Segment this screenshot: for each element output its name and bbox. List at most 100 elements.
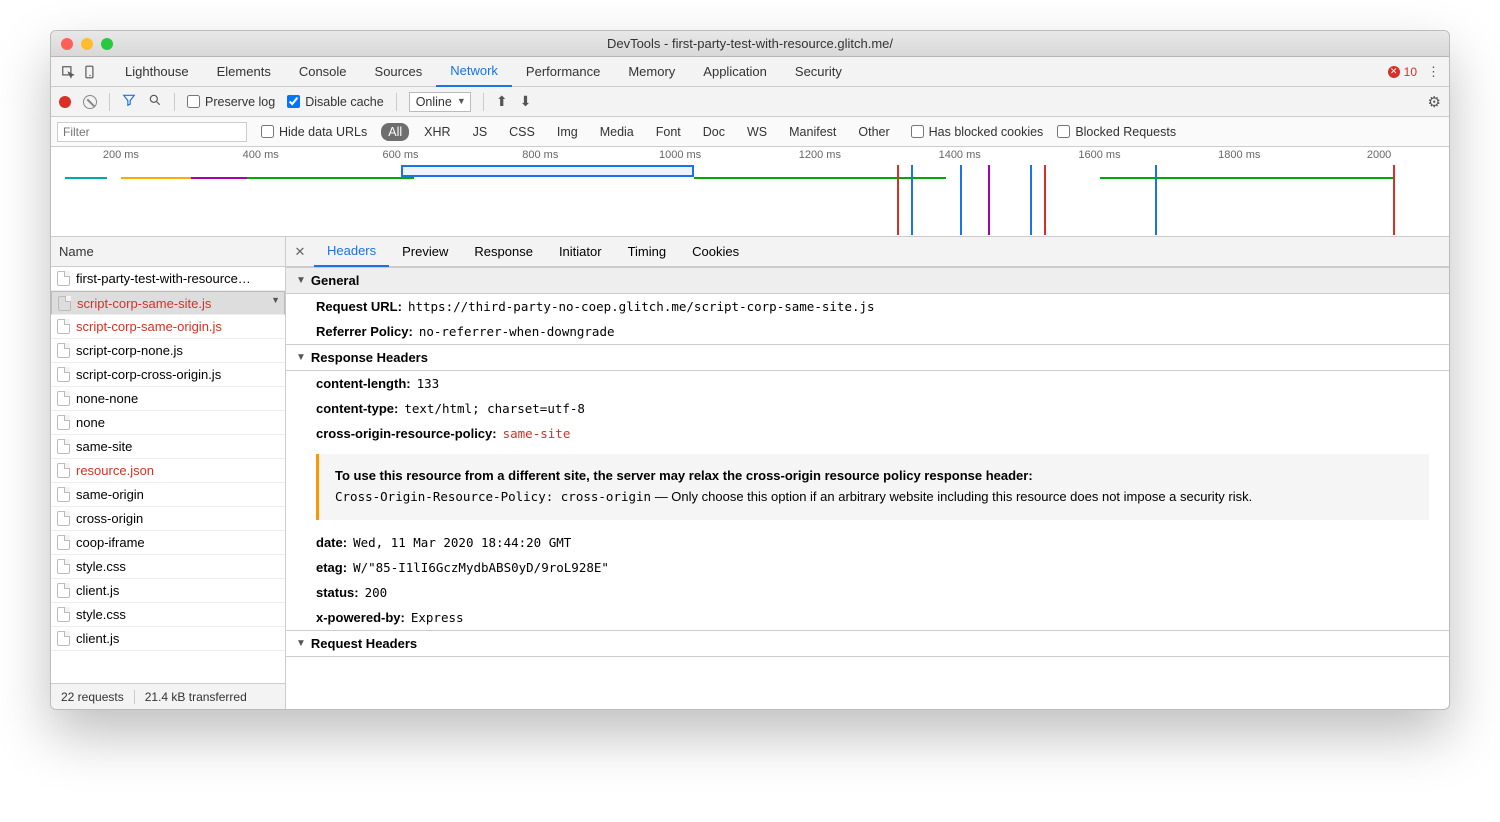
request-row[interactable]: resource.json [51, 459, 285, 483]
section-response-headers[interactable]: ▼Response Headers [286, 344, 1449, 371]
disclosure-triangle-icon: ▼ [296, 275, 306, 286]
throttling-select[interactable]: Online [409, 92, 471, 112]
inspect-icon[interactable] [57, 65, 79, 79]
titlebar: DevTools - first-party-test-with-resourc… [51, 31, 1449, 57]
tab-sources[interactable]: Sources [361, 57, 437, 87]
corp-callout: To use this resource from a different si… [316, 454, 1429, 520]
waterfall-timeline[interactable]: 200 ms400 ms600 ms800 ms1000 ms1200 ms14… [51, 147, 1449, 237]
request-row[interactable]: style.css [51, 603, 285, 627]
tab-elements[interactable]: Elements [203, 57, 285, 87]
detail-tabs: ✕ HeadersPreviewResponseInitiatorTimingC… [286, 237, 1449, 267]
file-icon [57, 463, 70, 478]
status-requests: 22 requests [51, 690, 134, 704]
request-url-value: https://third-party-no-coep.glitch.me/sc… [408, 299, 875, 314]
disable-cache-checkbox[interactable]: Disable cache [287, 95, 384, 109]
detail-tab-response[interactable]: Response [461, 237, 546, 267]
type-filter-media[interactable]: Media [593, 123, 641, 141]
type-filter-ws[interactable]: WS [740, 123, 774, 141]
filter-input[interactable] [57, 122, 247, 142]
detail-tab-cookies[interactable]: Cookies [679, 237, 752, 267]
settings-gear-icon[interactable]: ⚙ [1428, 93, 1441, 111]
file-icon [57, 487, 70, 502]
has-blocked-cookies-checkbox[interactable]: Has blocked cookies [911, 125, 1044, 139]
detail-pane: ✕ HeadersPreviewResponseInitiatorTimingC… [286, 237, 1449, 709]
hide-data-urls-checkbox[interactable]: Hide data URLs [261, 125, 367, 139]
file-icon [58, 296, 71, 311]
preserve-log-checkbox[interactable]: Preserve log [187, 95, 275, 109]
file-icon [57, 583, 70, 598]
request-row[interactable]: script-corp-same-origin.js [51, 315, 285, 339]
request-row[interactable]: first-party-test-with-resource… [51, 267, 285, 291]
type-filter-font[interactable]: Font [649, 123, 688, 141]
type-filter-xhr[interactable]: XHR [417, 123, 457, 141]
device-toggle-icon[interactable] [79, 65, 101, 79]
download-har-icon[interactable]: ⬇ [520, 93, 532, 110]
request-row[interactable]: cross-origin [51, 507, 285, 531]
file-icon [57, 535, 70, 550]
request-row[interactable]: client.js [51, 627, 285, 651]
status-bar: 22 requests 21.4 kB transferred [51, 683, 285, 709]
file-icon [57, 607, 70, 622]
network-toolbar: Preserve log Disable cache Online ⬆ ⬇ ⚙ [51, 87, 1449, 117]
main-tabs: LighthouseElementsConsoleSourcesNetworkP… [111, 57, 856, 87]
request-row[interactable]: style.css [51, 555, 285, 579]
detail-tab-headers[interactable]: Headers [314, 237, 389, 267]
file-icon [57, 439, 70, 454]
type-filter-all[interactable]: All [381, 123, 409, 141]
window-title: DevTools - first-party-test-with-resourc… [51, 36, 1449, 51]
request-row[interactable]: script-corp-cross-origin.js [51, 363, 285, 387]
request-row[interactable]: coop-iframe [51, 531, 285, 555]
detail-tab-timing[interactable]: Timing [615, 237, 680, 267]
section-general[interactable]: ▼General [286, 267, 1449, 294]
clear-button[interactable] [83, 95, 97, 109]
file-icon [57, 319, 70, 334]
file-icon [57, 631, 70, 646]
close-detail-icon[interactable]: ✕ [286, 244, 314, 260]
tab-lighthouse[interactable]: Lighthouse [111, 57, 203, 87]
type-filter-js[interactable]: JS [466, 123, 495, 141]
file-icon [57, 343, 70, 358]
request-row[interactable]: script-corp-none.js [51, 339, 285, 363]
request-row[interactable]: none-none [51, 387, 285, 411]
detail-tab-preview[interactable]: Preview [389, 237, 461, 267]
filter-icon[interactable] [122, 93, 136, 110]
type-filter-css[interactable]: CSS [502, 123, 542, 141]
search-icon[interactable] [148, 93, 162, 110]
request-row[interactable]: same-origin [51, 483, 285, 507]
error-badge[interactable]: ✕ 10 [1388, 65, 1417, 79]
tab-console[interactable]: Console [285, 57, 361, 87]
tab-memory[interactable]: Memory [614, 57, 689, 87]
filter-bar: Hide data URLs All XHR JS CSS Img Media Font Do… [51, 117, 1449, 147]
tab-performance[interactable]: Performance [512, 57, 614, 87]
tab-security[interactable]: Security [781, 57, 856, 87]
error-count: 10 [1404, 65, 1417, 79]
request-list: Name first-party-test-with-resource…scri… [51, 237, 286, 709]
request-row[interactable]: client.js [51, 579, 285, 603]
type-filter-other[interactable]: Other [851, 123, 896, 141]
request-url-key: Request URL: [316, 299, 402, 314]
request-row[interactable]: none [51, 411, 285, 435]
record-button[interactable] [59, 96, 71, 108]
file-icon [57, 271, 70, 286]
file-icon [57, 367, 70, 382]
referrer-policy-key: Referrer Policy: [316, 324, 413, 339]
type-filter-manifest[interactable]: Manifest [782, 123, 843, 141]
request-list-items: first-party-test-with-resource…script-co… [51, 267, 285, 683]
detail-body: ▼General Request URL: https://third-party… [286, 267, 1449, 709]
tab-application[interactable]: Application [689, 57, 781, 87]
detail-tab-initiator[interactable]: Initiator [546, 237, 615, 267]
status-transferred: 21.4 kB transferred [134, 690, 257, 704]
request-row[interactable]: script-corp-same-site.js [51, 291, 285, 315]
tab-network[interactable]: Network [436, 57, 512, 87]
type-filters: All XHR JS CSS Img Media Font Doc WS Manifest Othe… [381, 123, 896, 141]
more-menu-icon[interactable]: ⋮ [1425, 64, 1443, 80]
file-icon [57, 391, 70, 406]
request-row[interactable]: same-site [51, 435, 285, 459]
section-request-headers[interactable]: ▼Request Headers [286, 630, 1449, 657]
type-filter-doc[interactable]: Doc [696, 123, 732, 141]
upload-har-icon[interactable]: ⬆ [496, 93, 508, 110]
blocked-requests-checkbox[interactable]: Blocked Requests [1057, 125, 1176, 139]
request-list-header[interactable]: Name [51, 237, 285, 267]
file-icon [57, 559, 70, 574]
type-filter-img[interactable]: Img [550, 123, 585, 141]
